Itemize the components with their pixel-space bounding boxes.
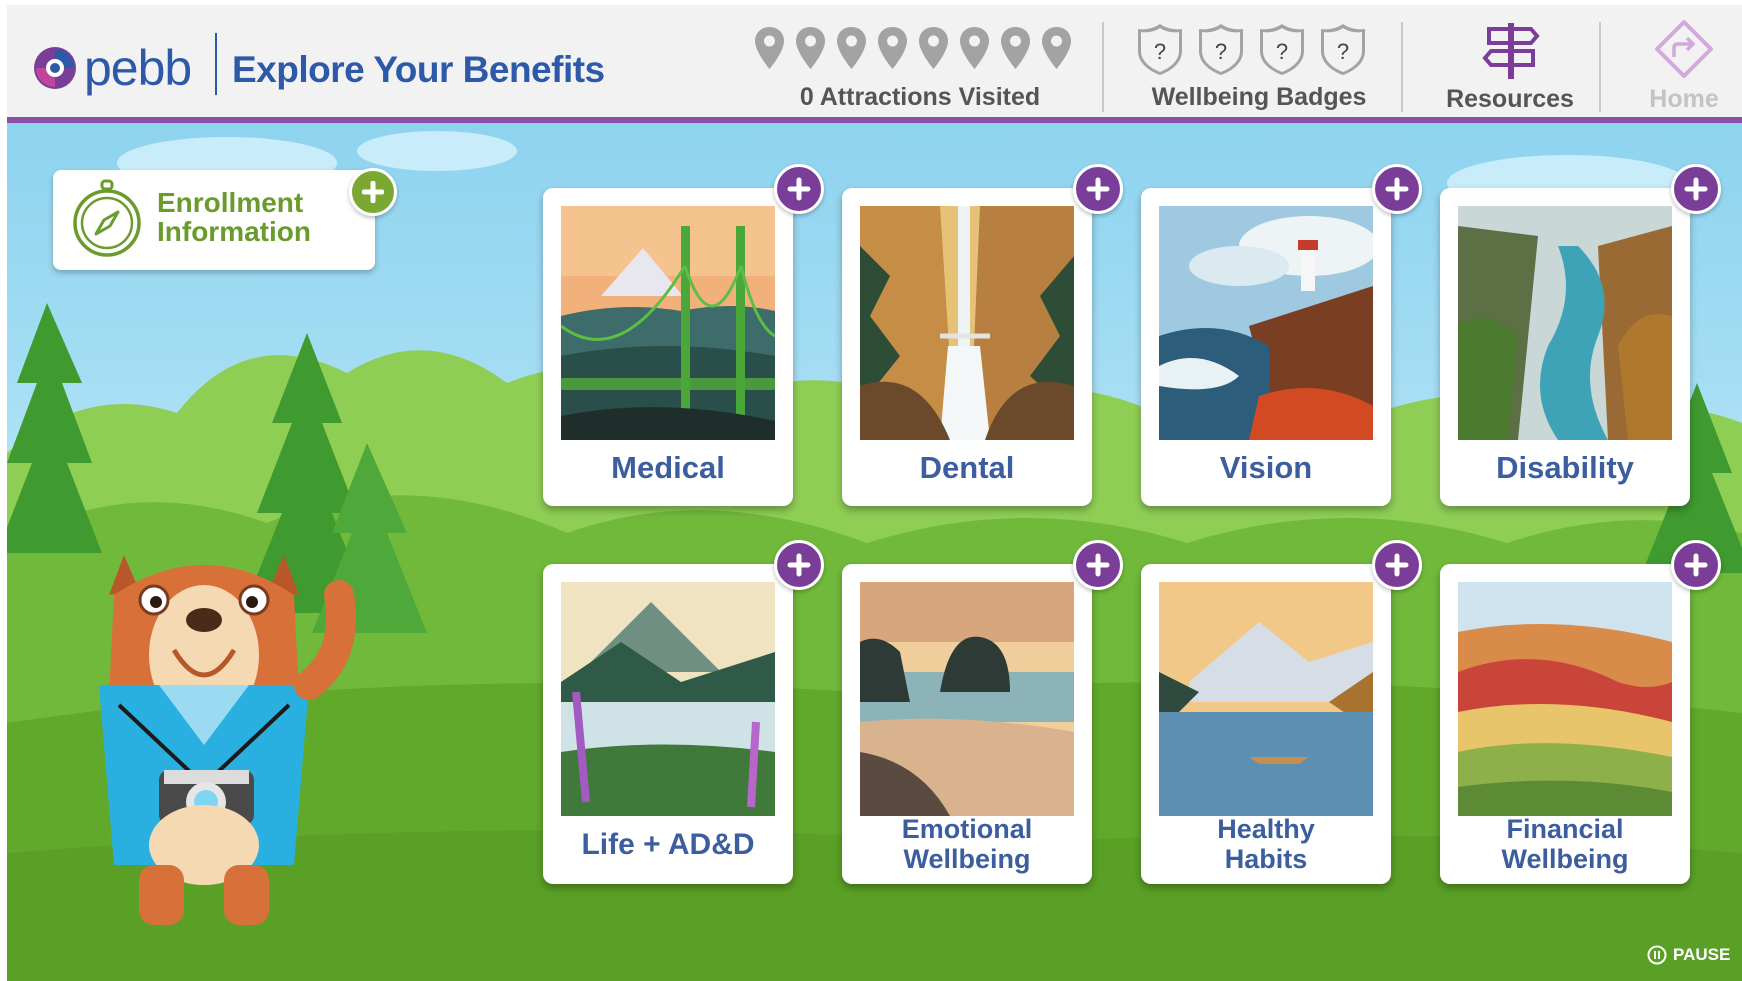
card-label: Disability — [1496, 450, 1634, 485]
pause-button[interactable]: PAUSE — [1647, 945, 1730, 965]
header-divider — [1102, 22, 1104, 112]
logo-text: pebb — [84, 40, 192, 96]
financial-wellbeing-plus-button[interactable] — [1671, 540, 1721, 590]
svg-text:?: ? — [1215, 39, 1227, 64]
emotional-wellbeing-plus-button[interactable] — [1073, 540, 1123, 590]
card-label: Emotional Wellbeing — [842, 814, 1092, 874]
home-label: Home — [1649, 85, 1719, 113]
bridge-mountain-art — [561, 206, 775, 440]
card-label-line1: Healthy — [1217, 814, 1315, 844]
benefit-card-life-add[interactable]: Life + AD&D — [543, 564, 793, 884]
disability-plus-button[interactable] — [1671, 164, 1721, 214]
svg-text:?: ? — [1337, 39, 1349, 64]
dental-plus-button[interactable] — [1073, 164, 1123, 214]
app-frame: pebb Explore Your Benefits 0 Attractions… — [7, 5, 1742, 981]
enrollment-label: Enrollment Information — [157, 188, 367, 246]
svg-text:?: ? — [1276, 39, 1288, 64]
svg-text:?: ? — [1154, 39, 1166, 64]
card-label: Life + AD&D — [581, 828, 755, 861]
pebb-logo: pebb — [32, 40, 192, 96]
waterfall-art — [860, 206, 1074, 440]
resources-button[interactable]: Resources — [1425, 15, 1595, 115]
healthy-habits-plus-button[interactable] — [1372, 540, 1422, 590]
pebb-swirl-icon — [34, 47, 76, 89]
map-pin-icon — [1042, 27, 1071, 69]
card-label-line1: Emotional — [901, 814, 1033, 844]
benefit-card-disability[interactable]: Disability — [1440, 188, 1690, 506]
map-pin-icon — [837, 27, 866, 69]
river-canyon-art — [1458, 206, 1672, 440]
enrollment-information-button[interactable]: Enrollment Information — [53, 170, 375, 270]
lake-kayak-art — [1159, 582, 1373, 816]
attractions-visited-label: 0 Attractions Visited — [799, 83, 1041, 111]
benefit-card-healthy-habits[interactable]: Healthy Habits — [1141, 564, 1391, 884]
plus-icon — [1385, 553, 1409, 577]
benefit-card-dental[interactable]: Dental — [842, 188, 1092, 506]
compass-icon — [73, 179, 141, 257]
bear-mascot-illustration — [99, 555, 356, 925]
card-label: Financial Wellbeing — [1440, 814, 1690, 874]
signpost-icon — [1482, 23, 1540, 79]
page-title: Explore Your Benefits — [232, 49, 605, 90]
plus-icon — [1684, 553, 1708, 577]
card-label-line1: Financial — [1506, 814, 1624, 844]
locked-badge-icon: ? — [1138, 24, 1182, 75]
card-label-line2: Wellbeing — [903, 844, 1031, 874]
benefit-card-medical[interactable]: Medical — [543, 188, 793, 506]
enrollment-expand-button[interactable] — [349, 168, 397, 216]
benefit-card-financial-wellbeing[interactable]: Financial Wellbeing — [1440, 564, 1690, 884]
enrollment-label-line2: Information — [157, 216, 311, 247]
card-label-line2: Habits — [1224, 844, 1308, 874]
top-bar: pebb Explore Your Benefits 0 Attractions… — [7, 5, 1742, 123]
locked-badge-icon: ? — [1199, 24, 1243, 75]
wellbeing-badges[interactable]: ? ? ? ? — [1135, 21, 1368, 77]
header-divider — [1401, 22, 1403, 112]
pause-label: PAUSE — [1673, 945, 1731, 964]
map-pin-icon — [1001, 27, 1030, 69]
lake-flowers-art — [561, 582, 775, 816]
resources-label: Resources — [1446, 85, 1574, 113]
map-pin-icon — [919, 27, 948, 69]
pause-icon — [1647, 945, 1667, 965]
header-divider — [1599, 22, 1601, 112]
card-label: Healthy Habits — [1141, 814, 1391, 874]
benefit-card-emotional-wellbeing[interactable]: Emotional Wellbeing — [842, 564, 1092, 884]
logo-divider — [215, 33, 217, 95]
wellbeing-badges-label: Wellbeing Badges — [1151, 83, 1367, 111]
plus-icon — [787, 177, 811, 201]
card-label: Dental — [919, 450, 1015, 485]
map-pin-icon — [878, 27, 907, 69]
coast-haystack-art — [860, 582, 1074, 816]
plus-icon — [787, 553, 811, 577]
plus-icon — [1684, 177, 1708, 201]
enrollment-label-line1: Enrollment — [157, 187, 304, 218]
home-button[interactable]: Home — [1621, 15, 1741, 115]
benefit-card-vision[interactable]: Vision — [1141, 188, 1391, 506]
painted-hills-art — [1458, 582, 1672, 816]
plus-icon — [1086, 177, 1110, 201]
attraction-pins — [753, 25, 1083, 75]
locked-badge-icon: ? — [1321, 24, 1365, 75]
map-pin-icon — [960, 27, 989, 69]
vision-plus-button[interactable] — [1372, 164, 1422, 214]
plus-icon — [362, 181, 384, 203]
lighthouse-art — [1159, 206, 1373, 440]
plus-icon — [1385, 177, 1409, 201]
map-pin-icon — [796, 27, 825, 69]
card-label-line2: Wellbeing — [1501, 844, 1629, 874]
card-label: Medical — [611, 450, 725, 485]
home-arrow-icon — [1655, 20, 1713, 78]
card-label: Vision — [1219, 450, 1313, 485]
medical-plus-button[interactable] — [774, 164, 824, 214]
life-add-plus-button[interactable] — [774, 540, 824, 590]
locked-badge-icon: ? — [1260, 24, 1304, 75]
plus-icon — [1086, 553, 1110, 577]
map-pin-icon — [755, 27, 784, 69]
